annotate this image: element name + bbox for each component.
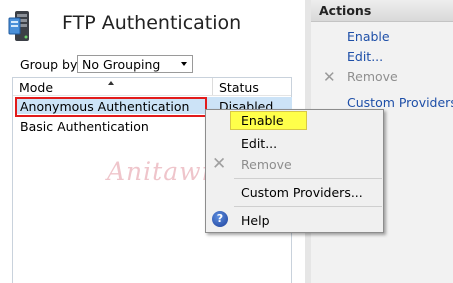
chevron-down-icon xyxy=(181,62,187,66)
menu-item-custom-providers[interactable]: Custom Providers... xyxy=(241,185,363,200)
action-edit-link[interactable]: Edit... xyxy=(347,49,383,64)
context-menu: Enable Edit... ✕ Remove Custom Providers… xyxy=(205,109,384,233)
server-icon xyxy=(8,11,29,41)
menu-item-remove[interactable]: Remove xyxy=(241,157,292,172)
column-divider[interactable] xyxy=(212,78,213,95)
action-remove-link[interactable]: Remove xyxy=(347,69,398,84)
sort-ascending-icon xyxy=(108,81,114,85)
help-icon: ? xyxy=(212,211,228,227)
action-enable-link[interactable]: Enable xyxy=(347,29,390,44)
menu-separator xyxy=(234,178,382,179)
column-header-status[interactable]: Status xyxy=(219,80,259,95)
group-by-value: No Grouping xyxy=(82,57,161,72)
annotation-highlight-box xyxy=(15,97,207,117)
action-custom-providers-link[interactable]: Custom Providers... xyxy=(347,95,453,110)
actions-header: Actions xyxy=(311,0,453,22)
menu-item-help[interactable]: Help xyxy=(241,213,270,228)
remove-x-icon: ✕ xyxy=(212,154,227,174)
header-divider xyxy=(13,95,291,96)
actions-title: Actions xyxy=(319,3,372,18)
menu-separator xyxy=(234,206,382,207)
group-by-select[interactable]: No Grouping xyxy=(77,55,193,73)
menu-item-enable[interactable]: Enable xyxy=(241,113,284,128)
page-title: FTP Authentication xyxy=(62,12,242,34)
column-header-mode[interactable]: Mode xyxy=(19,80,53,95)
menu-item-edit[interactable]: Edit... xyxy=(241,136,277,151)
table-row[interactable]: Basic Authentication xyxy=(20,119,149,134)
group-by-label: Group by: xyxy=(20,57,81,72)
remove-x-icon: ✕ xyxy=(323,68,336,86)
